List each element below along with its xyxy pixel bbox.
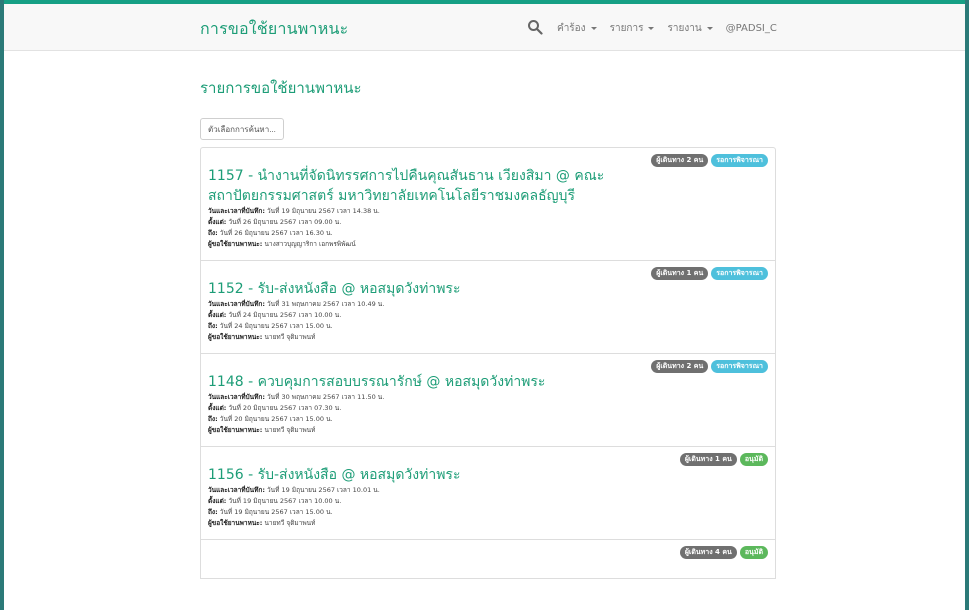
item-badges: ผู้เดินทาง 1 คน รอการพิจารณา bbox=[651, 267, 768, 280]
passenger-count-badge: ผู้เดินทาง 1 คน bbox=[651, 267, 709, 280]
user-value: นายทวี จุติมาพนท์ bbox=[264, 426, 316, 434]
status-badge: อนุมัติ bbox=[739, 546, 768, 559]
user-label: ผู้ขอใช้ยานพาหนะ: bbox=[208, 519, 263, 527]
from-value: วันที่ 24 มิถุนายน 2567 เวลา 10.00 น. bbox=[228, 311, 342, 319]
saved-value: วันที่ 30 พฤษภาคม 2567 เวลา 11.50 น. bbox=[267, 393, 385, 401]
to-label: ถึง: bbox=[208, 508, 218, 516]
menu-requests-label: คำร้อง bbox=[557, 22, 586, 34]
status-badge: รอการพิจารณา bbox=[711, 267, 768, 280]
saved-label: วันและเวลาที่บันทึก: bbox=[208, 393, 265, 401]
user-label: ผู้ขอใช้ยานพาหนะ: bbox=[208, 333, 263, 341]
saved-value: วันที่ 19 มิถุนายน 2567 เวลา 14.38 น. bbox=[267, 207, 380, 215]
to-label: ถึง: bbox=[208, 322, 218, 330]
chevron-down-icon bbox=[648, 26, 655, 30]
from-label: ตั้งแต่: bbox=[208, 311, 227, 319]
page-title: รายการขอใช้ยานพาหนะ bbox=[200, 79, 362, 97]
status-badge: รอการพิจารณา bbox=[711, 360, 768, 373]
to-value: วันที่ 20 มิถุนายน 2567 เวลา 15.00 น. bbox=[219, 415, 333, 423]
passenger-count-badge: ผู้เดินทาง 1 คน bbox=[679, 453, 737, 466]
item-badges: ผู้เดินทาง 4 คน อนุมัติ bbox=[679, 546, 768, 559]
request-item: ผู้เดินทาง 4 คน อนุมัติ bbox=[200, 539, 776, 579]
passenger-count-badge: ผู้เดินทาง 2 คน bbox=[651, 154, 709, 167]
saved-datetime: วันและเวลาที่บันทึก: วันที่ 31 พฤษภาคม 2… bbox=[208, 299, 768, 310]
chevron-down-icon bbox=[590, 26, 597, 30]
start-datetime: ตั้งแต่: วันที่ 19 มิถุนายน 2567 เวลา 10… bbox=[208, 496, 768, 507]
from-label: ตั้งแต่: bbox=[208, 404, 227, 412]
item-badges: ผู้เดินทาง 1 คน อนุมัติ bbox=[679, 453, 768, 466]
requester: ผู้ขอใช้ยานพาหนะ: นางสาวบุญญาริกา เอกพรพ… bbox=[208, 239, 768, 250]
start-datetime: ตั้งแต่: วันที่ 20 มิถุนายน 2567 เวลา 07… bbox=[208, 403, 768, 414]
start-datetime: ตั้งแต่: วันที่ 26 มิถุนายน 2567 เวลา 09… bbox=[208, 217, 768, 228]
saved-label: วันและเวลาที่บันทึก: bbox=[208, 207, 265, 215]
status-badge: รอการพิจารณา bbox=[711, 154, 768, 167]
user-value: นายทวี จุติมาพนท์ bbox=[264, 519, 316, 527]
nav-menu: คำร้อง รายการ รายงาน @PADSI_C bbox=[527, 20, 790, 36]
user-value: นายทวี จุติมาพนท์ bbox=[264, 333, 316, 341]
top-navbar: การขอใช้ยานพาหนะ คำร้อง รายการ รายงาน @P… bbox=[4, 4, 965, 51]
request-item: ผู้เดินทาง 2 คน รอการพิจารณา 1157 - นำงา… bbox=[200, 147, 776, 261]
saved-datetime: วันและเวลาที่บันทึก: วันที่ 19 มิถุนายน … bbox=[208, 206, 768, 217]
search-options-button[interactable]: ตัวเลือกการค้นหา... bbox=[200, 118, 284, 140]
menu-list[interactable]: รายการ bbox=[610, 21, 655, 36]
to-value: วันที่ 26 มิถุนายน 2567 เวลา 16.30 น. bbox=[219, 229, 333, 237]
menu-reports[interactable]: รายงาน bbox=[667, 21, 713, 36]
request-title-link[interactable]: 1152 - รับ-ส่งหนังสือ @ หอสมุดวังท่าพระ bbox=[208, 279, 768, 299]
to-label: ถึง: bbox=[208, 229, 218, 237]
request-item: ผู้เดินทาง 2 คน รอการพิจารณา 1148 - ควบค… bbox=[200, 353, 776, 447]
to-value: วันที่ 24 มิถุนายน 2567 เวลา 15.00 น. bbox=[219, 322, 333, 330]
to-label: ถึง: bbox=[208, 415, 218, 423]
from-label: ตั้งแต่: bbox=[208, 218, 227, 226]
request-item: ผู้เดินทาง 1 คน อนุมัติ 1156 - รับ-ส่งหน… bbox=[200, 446, 776, 540]
saved-datetime: วันและเวลาที่บันทึก: วันที่ 30 พฤษภาคม 2… bbox=[208, 392, 768, 403]
requester: ผู้ขอใช้ยานพาหนะ: นายทวี จุติมาพนท์ bbox=[208, 332, 768, 343]
end-datetime: ถึง: วันที่ 20 มิถุนายน 2567 เวลา 15.00 … bbox=[208, 414, 768, 425]
request-title-link[interactable]: 1148 - ควบคุมการสอบบรรณารักษ์ @ หอสมุดวั… bbox=[208, 372, 768, 392]
saved-value: วันที่ 19 มิถุนายน 2567 เวลา 10.01 น. bbox=[267, 486, 380, 494]
search-icon[interactable] bbox=[527, 19, 543, 35]
from-value: วันที่ 20 มิถุนายน 2567 เวลา 07.30 น. bbox=[228, 404, 342, 412]
menu-reports-label: รายงาน bbox=[667, 22, 702, 34]
item-badges: ผู้เดินทาง 2 คน รอการพิจารณา bbox=[651, 360, 768, 373]
passenger-count-badge: ผู้เดินทาง 4 คน bbox=[679, 546, 737, 559]
brand-link[interactable]: การขอใช้ยานพาหนะ bbox=[200, 17, 348, 42]
to-value: วันที่ 19 มิถุนายน 2567 เวลา 15.00 น. bbox=[219, 508, 333, 516]
requester: ผู้ขอใช้ยานพาหนะ: นายทวี จุติมาพนท์ bbox=[208, 518, 768, 529]
start-datetime: ตั้งแต่: วันที่ 24 มิถุนายน 2567 เวลา 10… bbox=[208, 310, 768, 321]
menu-list-label: รายการ bbox=[609, 22, 644, 34]
end-datetime: ถึง: วันที่ 24 มิถุนายน 2567 เวลา 15.00 … bbox=[208, 321, 768, 332]
from-label: ตั้งแต่: bbox=[208, 497, 227, 505]
saved-value: วันที่ 31 พฤษภาคม 2567 เวลา 10.49 น. bbox=[267, 300, 385, 308]
end-datetime: ถึง: วันที่ 19 มิถุนายน 2567 เวลา 15.00 … bbox=[208, 507, 768, 518]
request-item: ผู้เดินทาง 1 คน รอการพิจารณา 1152 - รับ-… bbox=[200, 260, 776, 354]
request-list: ผู้เดินทาง 2 คน รอการพิจารณา 1157 - นำงา… bbox=[200, 147, 776, 579]
user-label: ผู้ขอใช้ยานพาหนะ: bbox=[208, 240, 263, 248]
requester: ผู้ขอใช้ยานพาหนะ: นายทวี จุติมาพนท์ bbox=[208, 425, 768, 436]
request-title-link[interactable]: 1157 - นำงานที่จัดนิทรรศการไปคืนคุณสันธา… bbox=[208, 166, 768, 206]
saved-label: วันและเวลาที่บันทึก: bbox=[208, 300, 265, 308]
status-badge: อนุมัติ bbox=[739, 453, 768, 466]
passenger-count-badge: ผู้เดินทาง 2 คน bbox=[651, 360, 709, 373]
saved-datetime: วันและเวลาที่บันทึก: วันที่ 19 มิถุนายน … bbox=[208, 485, 768, 496]
chevron-down-icon bbox=[706, 26, 713, 30]
from-value: วันที่ 26 มิถุนายน 2567 เวลา 09.00 น. bbox=[228, 218, 342, 226]
menu-requests[interactable]: คำร้อง bbox=[557, 21, 597, 36]
from-value: วันที่ 19 มิถุนายน 2567 เวลา 10.00 น. bbox=[228, 497, 342, 505]
saved-label: วันและเวลาที่บันทึก: bbox=[208, 486, 265, 494]
window-left-border bbox=[0, 0, 4, 610]
window-right-border bbox=[965, 0, 969, 610]
user-value: นางสาวบุญญาริกา เอกพรพิพัฒน์ bbox=[264, 240, 356, 248]
user-menu[interactable]: @PADSI_C bbox=[726, 23, 777, 34]
user-label: ผู้ขอใช้ยานพาหนะ: bbox=[208, 426, 263, 434]
request-title-link[interactable]: 1156 - รับ-ส่งหนังสือ @ หอสมุดวังท่าพระ bbox=[208, 465, 768, 485]
end-datetime: ถึง: วันที่ 26 มิถุนายน 2567 เวลา 16.30 … bbox=[208, 228, 768, 239]
item-badges: ผู้เดินทาง 2 คน รอการพิจารณา bbox=[651, 154, 768, 167]
